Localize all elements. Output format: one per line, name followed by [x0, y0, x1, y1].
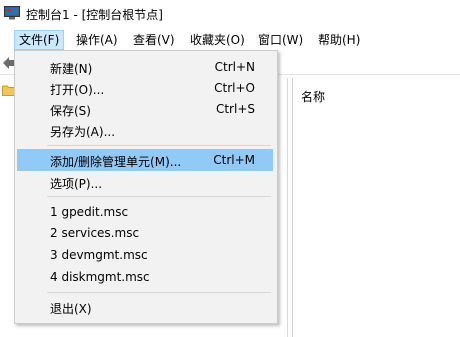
menu-item-label: 新建(N)	[50, 62, 93, 76]
menu-item-recent-1[interactable]: 1 gpedit.msc	[17, 201, 273, 223]
menu-item-save[interactable]: 保存(S) Ctrl+S	[17, 98, 273, 120]
menu-item-shortcut: Ctrl+O	[214, 81, 255, 95]
column-header-name[interactable]: 名称	[301, 88, 325, 105]
menu-item-new[interactable]: 新建(N) Ctrl+N	[17, 56, 273, 78]
menu-item-label: 1 gpedit.msc	[50, 205, 129, 219]
menu-item-label: 选项(P)...	[50, 177, 103, 191]
menu-item-recent-4[interactable]: 4 diskmgmt.msc	[17, 266, 273, 288]
menu-item-recent-3[interactable]: 3 devmgmt.msc	[17, 244, 273, 266]
menu-bar: 文件(F) 操作(A) 查看(V) 收藏夹(O) 窗口(W) 帮助(H)	[0, 30, 460, 50]
menu-item-shortcut: Ctrl+M	[213, 153, 255, 167]
menu-item-save-as[interactable]: 另存为(A)...	[17, 119, 273, 141]
mmc-console-icon	[4, 6, 20, 20]
file-menu: 新建(N) Ctrl+N 打开(O)... Ctrl+O 保存(S) Ctrl+…	[14, 50, 278, 324]
menu-item-label: 保存(S)	[50, 104, 91, 118]
menu-item-recent-2[interactable]: 2 services.msc	[17, 222, 273, 244]
menu-separator	[47, 145, 271, 146]
menu-file[interactable]: 文件(F)	[14, 30, 65, 50]
menu-item-label: 2 services.msc	[50, 226, 140, 240]
menu-action[interactable]: 操作(A)	[72, 30, 122, 50]
menu-help[interactable]: 帮助(H)	[314, 30, 364, 50]
menu-item-add-remove-snapin[interactable]: 添加/删除管理单元(M)... Ctrl+M	[17, 149, 273, 171]
menu-favorites[interactable]: 收藏夹(O)	[186, 30, 249, 50]
menu-item-label: 退出(X)	[50, 302, 92, 316]
menu-item-shortcut: Ctrl+S	[215, 102, 255, 116]
title-bar: 控制台1 - [控制台根节点]	[0, 0, 460, 28]
menu-separator	[47, 196, 271, 197]
window-title: 控制台1 - [控制台根节点]	[26, 8, 163, 22]
menu-item-exit[interactable]: 退出(X)	[17, 296, 273, 318]
menu-separator	[47, 292, 271, 293]
menu-item-label: 添加/删除管理单元(M)...	[50, 155, 182, 169]
menu-window[interactable]: 窗口(W)	[254, 30, 307, 50]
menu-item-shortcut: Ctrl+N	[214, 60, 255, 74]
menu-item-options[interactable]: 选项(P)...	[17, 171, 273, 193]
menu-item-open[interactable]: 打开(O)... Ctrl+O	[17, 77, 273, 99]
list-pane[interactable]: 名称	[292, 78, 460, 337]
menu-item-label: 另存为(A)...	[50, 125, 116, 139]
menu-view[interactable]: 查看(V)	[129, 30, 179, 50]
menu-item-label: 打开(O)...	[50, 83, 105, 97]
menu-item-label: 4 diskmgmt.msc	[50, 270, 150, 284]
menu-item-label: 3 devmgmt.msc	[50, 248, 148, 262]
